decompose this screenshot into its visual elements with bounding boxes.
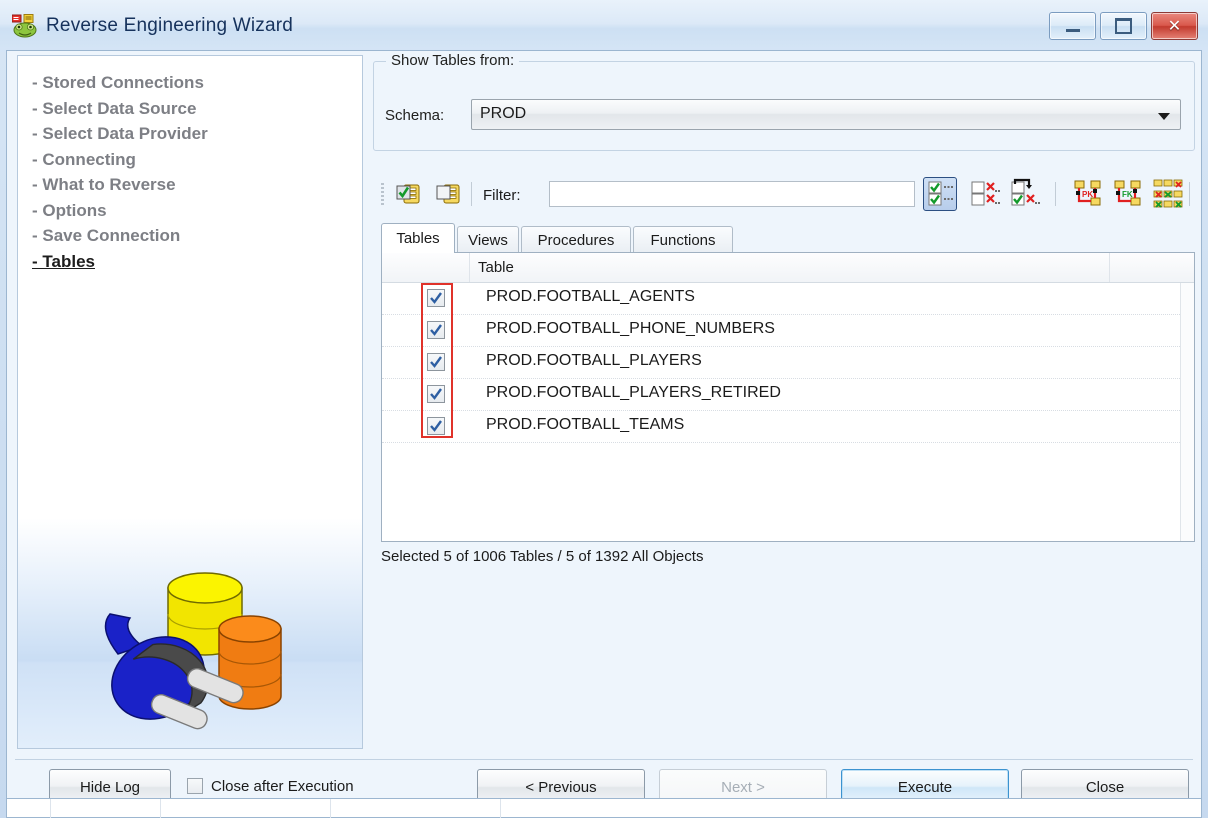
sidebar-item-connecting[interactable]: - Connecting (32, 147, 208, 173)
table-row[interactable]: PROD.FOOTBALL_PLAYERS (382, 347, 1194, 379)
database-plug-illustration (18, 518, 362, 748)
show-tables-from-label: Show Tables from: (386, 52, 520, 69)
toolbar-separator-2 (1055, 182, 1056, 206)
sidebar-item-select-data-provider[interactable]: - Select Data Provider (32, 121, 208, 147)
header-cell-table[interactable]: Table (470, 253, 1110, 282)
maximize-button[interactable] (1100, 12, 1147, 40)
tab-procedures[interactable]: Procedures (521, 226, 631, 253)
sidebar-item-what-to-reverse[interactable]: - What to Reverse (32, 172, 208, 198)
window-controls: ✕ (1049, 12, 1198, 40)
log-panel (6, 798, 1202, 818)
toolbar-grip[interactable] (381, 183, 384, 205)
svg-text:FK: FK (1122, 190, 1133, 199)
filter-label: Filter: (483, 187, 521, 204)
sidebar-item-save-connection[interactable]: - Save Connection (32, 223, 208, 249)
minimize-button[interactable] (1049, 12, 1096, 40)
tables-list-rows: PROD.FOOTBALL_AGENTS PROD.FOOTBALL_PHONE… (382, 283, 1194, 443)
row-checkbox[interactable] (427, 289, 445, 307)
move-selected-icon[interactable] (1009, 178, 1041, 210)
table-name: PROD.FOOTBALL_AGENTS (486, 288, 695, 305)
row-checkbox[interactable] (427, 385, 445, 403)
table-row[interactable]: PROD.FOOTBALL_TEAMS (382, 411, 1194, 443)
selection-status-text: Selected 5 of 1006 Tables / 5 of 1392 Al… (381, 548, 704, 565)
close-window-button[interactable]: ✕ (1151, 12, 1198, 40)
sidebar-item-stored-connections[interactable]: - Stored Connections (32, 70, 208, 96)
footer-divider (15, 759, 1193, 760)
list-vertical-scrollbar[interactable] (1180, 283, 1194, 541)
tables-list: Table PROD.FOOTBALL_AGENTS PROD.FOOTBALL… (381, 252, 1195, 542)
row-checkbox[interactable] (427, 417, 445, 435)
table-row[interactable]: PROD.FOOTBALL_PLAYERS_RETIRED (382, 379, 1194, 411)
close-after-execution-checkbox[interactable] (187, 778, 203, 794)
tables-list-header: Table (382, 253, 1194, 283)
row-checkbox[interactable] (427, 353, 445, 371)
filter-input[interactable] (549, 181, 915, 207)
log-column (331, 799, 501, 818)
tab-tables[interactable]: Tables (381, 223, 455, 253)
header-label-table: Table (478, 259, 514, 276)
schema-dropdown[interactable]: PROD (471, 99, 1181, 130)
schema-label: Schema: (385, 107, 445, 124)
select-all-icon[interactable] (395, 181, 423, 207)
log-column (161, 799, 331, 818)
sidebar-item-select-data-source[interactable]: - Select Data Source (32, 96, 208, 122)
wizard-step-list: - Stored Connections - Select Data Sourc… (32, 70, 208, 274)
deselect-all-icon[interactable] (435, 181, 463, 207)
sidebar-item-options[interactable]: - Options (32, 198, 208, 224)
select-fk-icon[interactable]: FK (1113, 179, 1143, 209)
select-all-keys-icon[interactable] (1153, 179, 1183, 209)
table-row[interactable]: PROD.FOOTBALL_PHONE_NUMBERS (382, 315, 1194, 347)
row-checkbox[interactable] (427, 321, 445, 339)
maximize-icon (1115, 18, 1132, 34)
header-cell-checkbox[interactable] (382, 253, 470, 282)
chevron-down-icon (1158, 113, 1170, 120)
tab-views[interactable]: Views (457, 226, 519, 253)
show-selected-icon[interactable] (923, 177, 957, 211)
title-bar: Reverse Engineering Wizard ✕ (0, 0, 1208, 52)
wizard-steps-panel: - Stored Connections - Select Data Sourc… (17, 55, 363, 749)
toolbar-separator-3 (1189, 182, 1190, 206)
hide-unselected-icon[interactable] (969, 178, 1001, 210)
close-icon: ✕ (1167, 16, 1182, 35)
tables-toolbar: Filter: PK FK (373, 173, 1195, 215)
log-column (7, 799, 51, 818)
close-after-execution-label[interactable]: Close after Execution (211, 778, 354, 795)
window-title: Reverse Engineering Wizard (46, 15, 294, 36)
toolbar-separator (471, 182, 472, 206)
table-name: PROD.FOOTBALL_TEAMS (486, 416, 685, 433)
object-type-tabs: Tables Views Procedures Functions (381, 223, 1195, 253)
table-row[interactable]: PROD.FOOTBALL_AGENTS (382, 283, 1194, 315)
reverse-engineering-icon (11, 14, 38, 38)
log-column (51, 799, 161, 818)
select-pk-icon[interactable]: PK (1073, 179, 1103, 209)
sidebar-item-tables[interactable]: - Tables (32, 249, 208, 275)
minimize-icon (1065, 28, 1080, 32)
header-cell-extra[interactable] (1110, 253, 1194, 282)
table-name: PROD.FOOTBALL_PLAYERS_RETIRED (486, 384, 781, 401)
tables-step-pane: Show Tables from: Schema: PROD Filter: P… (373, 52, 1195, 749)
reverse-engineering-wizard-window: Reverse Engineering Wizard ✕ - Stored Co… (0, 0, 1208, 818)
schema-selected-value: PROD (480, 105, 527, 122)
client-area: - Stored Connections - Select Data Sourc… (6, 50, 1202, 810)
tab-functions[interactable]: Functions (633, 226, 733, 253)
svg-text:PK: PK (1082, 190, 1093, 199)
table-name: PROD.FOOTBALL_PLAYERS (486, 352, 702, 369)
table-name: PROD.FOOTBALL_PHONE_NUMBERS (486, 320, 775, 337)
